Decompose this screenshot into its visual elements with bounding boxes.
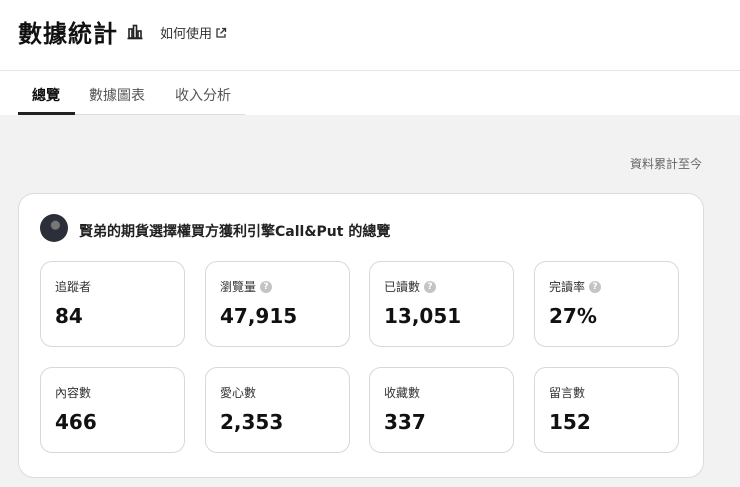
stat-card-likes: 愛心數 2,353 [205, 367, 350, 453]
stat-label-text: 已讀數 [384, 280, 421, 294]
stat-value: 13,051 [384, 304, 462, 328]
page-title: 數據統計 [18, 20, 118, 48]
external-link-icon [216, 27, 227, 38]
stat-label-text: 愛心數 [220, 386, 257, 400]
stat-value: 27% [549, 304, 597, 328]
stat-value: 2,353 [220, 410, 284, 434]
header: 數據統計 如何使用 [0, 0, 740, 71]
how-to-use-link[interactable]: 如何使用 [160, 23, 227, 42]
stat-label: 收藏數 [384, 384, 420, 401]
stat-card-followers: 追蹤者 84 [40, 261, 185, 347]
stat-label: 完讀率? [549, 278, 602, 295]
tab-bar: 總覽 數據圖表 收入分析 [0, 71, 740, 115]
bar-chart-icon [127, 24, 143, 40]
overview-card: 賢弟的期貨選擇權買方獲利引擎Call&Put 的總覽 追蹤者 84 瀏覽量? 4… [18, 193, 704, 478]
avatar [40, 214, 68, 242]
channel-title: 賢弟的期貨選擇權買方獲利引擎Call&Put 的總覽 [79, 224, 391, 240]
stat-value: 47,915 [220, 304, 298, 328]
stat-label-text: 完讀率 [549, 280, 586, 294]
help-icon[interactable]: ? [424, 280, 437, 293]
stat-label: 留言數 [549, 384, 585, 401]
stat-value: 152 [549, 410, 591, 434]
stat-label-text: 內容數 [55, 386, 92, 400]
stat-label: 愛心數 [220, 384, 256, 401]
stat-label-text: 收藏數 [384, 386, 421, 400]
help-icon[interactable]: ? [589, 280, 602, 293]
stat-value: 466 [55, 410, 97, 434]
cumulative-note: 資料累計至今 [629, 157, 702, 171]
stat-label-text: 追蹤者 [55, 280, 92, 294]
overview-panel: 資料累計至今 賢弟的期貨選擇權買方獲利引擎Call&Put 的總覽 追蹤者 84… [0, 115, 740, 487]
stat-label-text: 瀏覽量 [220, 280, 257, 294]
stat-card-bookmarks: 收藏數 337 [369, 367, 514, 453]
stat-label: 追蹤者 [55, 278, 91, 295]
stat-value: 84 [55, 304, 83, 328]
stat-card-completion-rate: 完讀率? 27% [534, 261, 679, 347]
stat-label: 已讀數? [384, 278, 437, 295]
stat-label: 內容數 [55, 384, 91, 401]
stat-value: 337 [384, 410, 426, 434]
stat-card-comments: 留言數 152 [534, 367, 679, 453]
tab-data-charts[interactable]: 數據圖表 [89, 85, 145, 105]
how-to-use-label: 如何使用 [160, 27, 213, 42]
stat-card-contents: 內容數 466 [40, 367, 185, 453]
stat-card-reads: 已讀數? 13,051 [369, 261, 514, 347]
stat-label: 瀏覽量? [220, 278, 273, 295]
tab-overview[interactable]: 總覽 [32, 85, 60, 105]
tab-income-analysis[interactable]: 收入分析 [175, 85, 231, 105]
stat-card-views: 瀏覽量? 47,915 [205, 261, 350, 347]
help-icon[interactable]: ? [260, 280, 273, 293]
stat-label-text: 留言數 [549, 386, 586, 400]
